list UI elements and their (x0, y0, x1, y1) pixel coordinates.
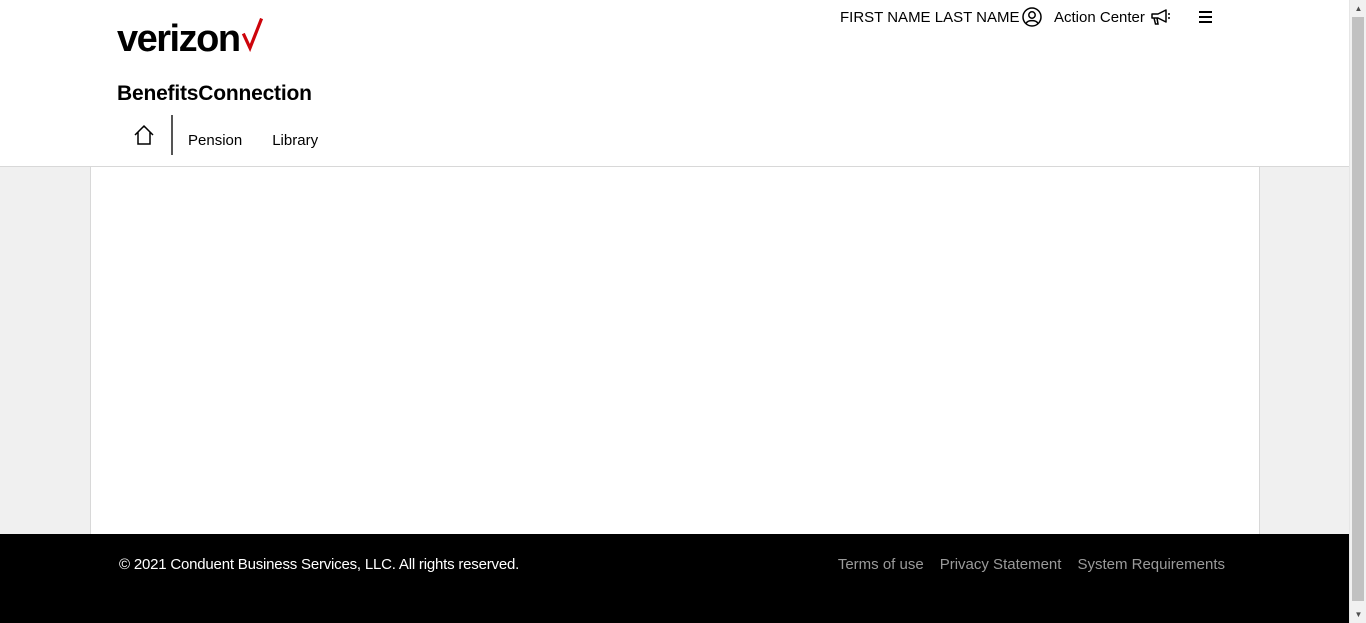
action-center-link[interactable]: Action Center (1054, 6, 1171, 28)
site-footer: © 2021 Conduent Business Services, LLC. … (0, 534, 1349, 623)
main-nav: Pension Library (117, 115, 333, 155)
copyright-text: © 2021 Conduent Business Services, LLC. … (119, 556, 520, 573)
megaphone-icon (1151, 9, 1170, 25)
hamburger-line (1199, 11, 1212, 13)
scroll-down-arrow-icon[interactable]: ▼ (1350, 606, 1366, 623)
hamburger-line (1199, 16, 1212, 18)
hamburger-line (1199, 21, 1212, 23)
user-profile-link[interactable]: FIRST NAME LAST NAME (840, 6, 1043, 28)
scroll-up-arrow-icon[interactable]: ▲ (1350, 0, 1366, 17)
user-name: FIRST NAME LAST NAME (840, 8, 1020, 26)
user-circle-icon (1022, 7, 1043, 27)
hamburger-menu-button[interactable] (1197, 8, 1213, 24)
logo-wordmark: verizon (117, 18, 241, 60)
main-content (90, 167, 1260, 534)
site-title: BenefitsConnection (117, 82, 312, 105)
privacy-statement-link[interactable]: Privacy Statement (940, 556, 1062, 573)
vertical-scrollbar[interactable]: ▲ ▼ (1349, 0, 1366, 623)
nav-home-button[interactable] (117, 115, 173, 155)
scrollbar-thumb[interactable] (1352, 17, 1364, 601)
action-center-label: Action Center (1054, 8, 1145, 26)
nav-item-library[interactable]: Library (272, 132, 318, 149)
page: verizon BenefitsConnection Pension Libra… (0, 0, 1349, 623)
terms-of-use-link[interactable]: Terms of use (838, 556, 924, 573)
site-header: verizon BenefitsConnection Pension Libra… (0, 0, 1349, 167)
logo-checkmark-icon (241, 18, 263, 52)
footer-links: Terms of use Privacy Statement System Re… (838, 556, 1225, 573)
nav-item-pension[interactable]: Pension (188, 132, 242, 149)
system-requirements-link[interactable]: System Requirements (1077, 556, 1225, 573)
home-icon (134, 124, 154, 145)
verizon-logo[interactable]: verizon (117, 18, 263, 58)
